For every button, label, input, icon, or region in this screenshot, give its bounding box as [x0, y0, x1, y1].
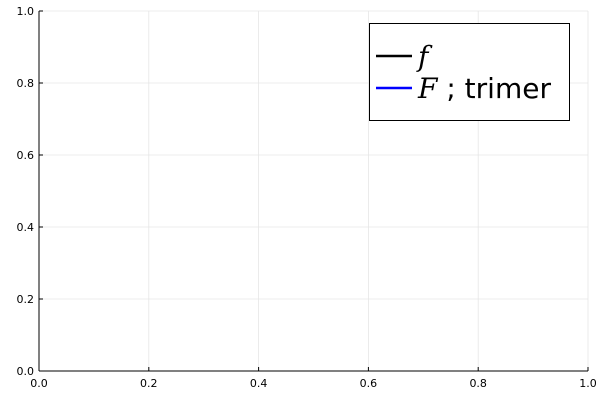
- y-tick-label: 0.6: [17, 149, 35, 162]
- y-tick-label: 0.8: [17, 77, 35, 90]
- x-tick-label: 1.0: [579, 377, 597, 390]
- chart: 0.0 0.2 0.4 0.6 0.8 1.0 0.0 0.2 0.4 0.6 0.8 1.0 fF…: [17, 5, 597, 390]
- y-tick-label: 0.4: [17, 221, 35, 234]
- x-tick-label: 0.6: [360, 377, 378, 390]
- x-tick-label: 0.4: [250, 377, 268, 390]
- x-ticks: 0.0 0.2 0.4 0.6 0.8 1.0: [30, 367, 597, 390]
- legend-label: F ; trimer: [417, 72, 551, 105]
- legend-series-suffix: ; trimer: [437, 72, 551, 105]
- y-tick-label: 0.0: [17, 365, 35, 378]
- legend-series-name: F: [417, 72, 439, 105]
- legend: fF ; trimer: [369, 23, 570, 121]
- x-tick-label: 0.0: [30, 377, 48, 390]
- x-tick-label: 0.2: [140, 377, 158, 390]
- y-tick-label: 1.0: [17, 5, 35, 18]
- y-tick-label: 0.2: [17, 293, 35, 306]
- x-tick-label: 0.8: [469, 377, 487, 390]
